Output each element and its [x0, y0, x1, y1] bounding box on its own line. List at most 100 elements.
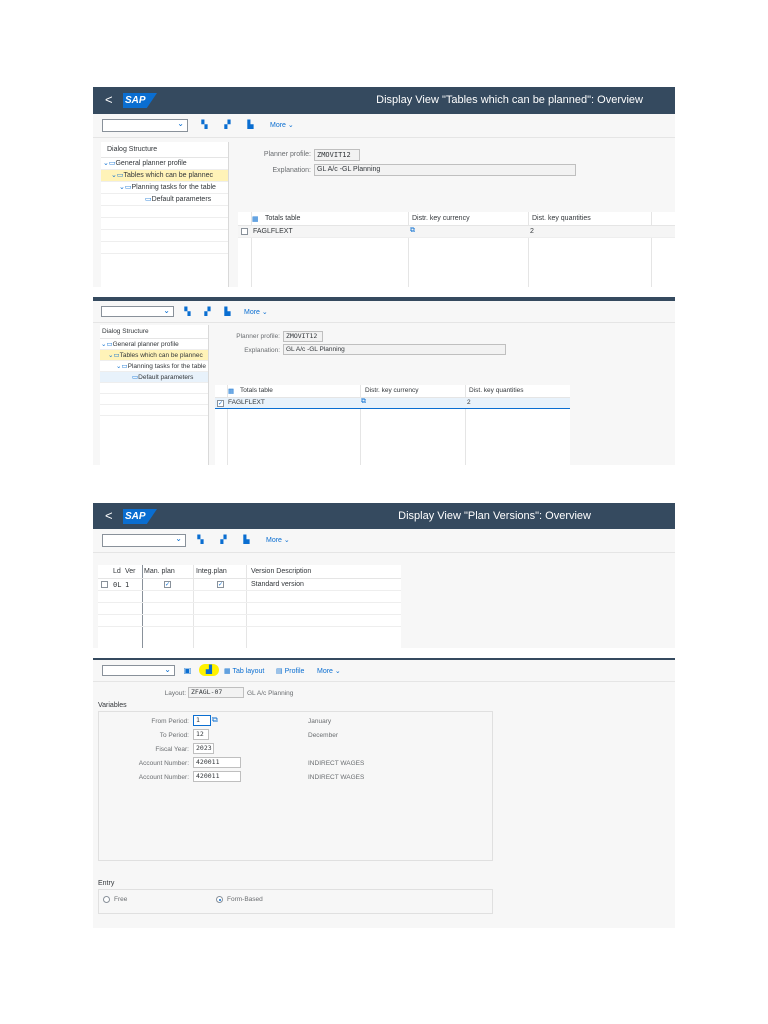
- chart-icon[interactable]: ▟: [199, 664, 219, 676]
- hierarchy-icon[interactable]: ▙: [246, 120, 255, 129]
- toolbar: ⌄ ▚ ▞ ▙ More ⌄: [93, 301, 675, 323]
- variant-select[interactable]: ⌄: [102, 119, 188, 132]
- more-menu[interactable]: More ⌄: [266, 536, 290, 544]
- chevron-down-icon: ⌄: [175, 534, 182, 543]
- tree-item-tasks[interactable]: ⌄▭Planning tasks for the table: [101, 182, 228, 194]
- tree-label: Tables which can be plannec: [119, 352, 203, 359]
- table-header: ▦ Totals table Distr. key currency Dist.…: [238, 212, 675, 226]
- expand-all-icon[interactable]: ▚: [196, 535, 205, 544]
- more-menu[interactable]: More ⌄: [270, 121, 294, 129]
- value-help-icon[interactable]: ⧉: [212, 715, 218, 725]
- profile-button[interactable]: ▤ Profile: [276, 667, 304, 675]
- col-man-plan[interactable]: Man. plan: [144, 568, 175, 575]
- table-row[interactable]: FAGLFLEXT ⧉ 2: [238, 226, 675, 238]
- row-select-checkbox[interactable]: ✓: [217, 400, 224, 407]
- hierarchy-icon[interactable]: ▙: [242, 535, 251, 544]
- folder-icon: ⌄▭: [119, 184, 132, 191]
- table-row-empty: [98, 591, 401, 603]
- explanation-field[interactable]: GL A/c -GL Planning: [314, 164, 576, 176]
- planner-profile-label: Planner profile:: [263, 151, 311, 158]
- variant-select[interactable]: ⌄: [101, 306, 174, 317]
- tree-item-defaults[interactable]: ▭Default parameters: [100, 372, 208, 383]
- expand-all-icon[interactable]: ▚: [183, 307, 192, 316]
- page-title: Display View "Tables which can be planne…: [376, 94, 643, 106]
- tree-item-general[interactable]: ⌄▭General planner profile: [101, 158, 228, 170]
- collapse-all-icon[interactable]: ▞: [219, 535, 228, 544]
- totals-table-grid: ▦ Totals table Distr. key currency Dist.…: [215, 385, 570, 465]
- image-icon[interactable]: ▣: [183, 666, 192, 675]
- shell-bar: < SAP Display View "Plan Versions": Over…: [93, 503, 675, 529]
- sap-logo: SAP: [123, 93, 157, 108]
- toolbar: ⌄ ▣ ▟ ▦ Tab layout ▤ Profile More ⌄: [93, 660, 675, 682]
- totals-table-grid: ▦ Totals table Distr. key currency Dist.…: [238, 212, 675, 287]
- variant-select[interactable]: ⌄: [102, 534, 186, 547]
- folder-icon: ⌄▭: [101, 341, 113, 348]
- folder-icon: ⌄▭: [108, 352, 120, 359]
- col-dist-quantities[interactable]: Dist. key quantities: [532, 215, 591, 222]
- cell-version-description: Standard version: [251, 581, 304, 588]
- hierarchy-icon[interactable]: ▙: [223, 307, 232, 316]
- account-number-field-2[interactable]: 420011: [193, 771, 241, 782]
- back-button[interactable]: <: [105, 508, 113, 523]
- tree-item-tasks[interactable]: ⌄▭Planning tasks for the table: [100, 361, 208, 372]
- row-select-checkbox[interactable]: [241, 228, 248, 235]
- cell-ld: 0L: [113, 581, 122, 589]
- folder-icon: ⌄▭: [103, 160, 116, 167]
- tree-label: Tables which can be plannec: [123, 172, 213, 179]
- toolbar: ⌄ ▚ ▞ ▙ More ⌄: [93, 529, 675, 553]
- radio-form-based[interactable]: [216, 896, 223, 903]
- variant-select[interactable]: ⌄: [102, 665, 175, 676]
- explanation-field[interactable]: GL A/c -GL Planning: [283, 344, 506, 355]
- tree-item-tables[interactable]: ⌄▭Tables which can be plannec: [101, 170, 228, 182]
- planner-profile-label: Planner profile:: [236, 333, 280, 340]
- col-totals-table[interactable]: Totals table: [265, 215, 300, 222]
- value-help-icon[interactable]: ⧉: [410, 227, 415, 235]
- table-row-empty: [98, 603, 401, 615]
- expand-all-icon[interactable]: ▚: [200, 120, 209, 129]
- more-label: More: [270, 122, 286, 129]
- col-ld[interactable]: Ld: [113, 568, 121, 575]
- tab-layout-button[interactable]: ▦ Tab layout: [224, 667, 264, 675]
- value-help-icon[interactable]: ⧉: [361, 398, 366, 406]
- tree-item-general[interactable]: ⌄▭General planner profile: [100, 339, 208, 350]
- tree-label: Planning tasks for the table: [131, 184, 216, 191]
- shell-bar: < SAP Display View "Tables which can be …: [93, 87, 675, 114]
- more-menu[interactable]: More ⌄: [317, 667, 341, 675]
- layout-field[interactable]: ZFAGL-07: [188, 687, 244, 698]
- planner-profile-field[interactable]: ZMOVIT12: [314, 149, 360, 161]
- row-select-checkbox[interactable]: [101, 581, 108, 588]
- more-label: More: [266, 537, 282, 544]
- back-button[interactable]: <: [105, 92, 113, 107]
- collapse-all-icon[interactable]: ▞: [223, 120, 232, 129]
- tree-empty: [100, 405, 208, 416]
- tree-item-tables[interactable]: ⌄▭Tables which can be plannec: [100, 350, 208, 361]
- fiscal-year-field[interactable]: 2023: [193, 743, 214, 754]
- planner-profile-field[interactable]: ZMOVIT12: [283, 331, 323, 342]
- col-ver[interactable]: Ver: [125, 568, 136, 575]
- account-number-description-2: INDIRECT WAGES: [308, 774, 365, 781]
- radio-form-based-label: Form-Based: [227, 896, 263, 903]
- table-row[interactable]: 0L 1 ✓ ✓ Standard version: [98, 579, 401, 591]
- col-distr-currency[interactable]: Distr. key currency: [412, 215, 470, 222]
- entry-box: [98, 889, 493, 914]
- col-integ-plan[interactable]: Integ.plan: [196, 568, 227, 575]
- tree-empty: [101, 218, 228, 230]
- radio-free[interactable]: [103, 896, 110, 903]
- tree-item-defaults[interactable]: ▭Default parameters: [101, 194, 228, 206]
- table-row[interactable]: ✓ FAGLFLEXT ⧉ 2: [215, 398, 570, 409]
- tree-empty: [101, 230, 228, 242]
- col-version-description[interactable]: Version Description: [251, 568, 311, 575]
- col-distr-currency[interactable]: Distr. key currency: [365, 387, 418, 394]
- to-period-field[interactable]: 12: [193, 729, 209, 740]
- col-totals-table[interactable]: Totals table: [240, 387, 273, 394]
- collapse-all-icon[interactable]: ▞: [203, 307, 212, 316]
- col-dist-quantities[interactable]: Dist. key quantities: [469, 387, 524, 394]
- more-menu[interactable]: More ⌄: [244, 308, 268, 316]
- from-period-field[interactable]: 1: [193, 715, 211, 726]
- man-plan-checkbox[interactable]: ✓: [164, 581, 171, 588]
- tree-label: Planning tasks for the table: [127, 363, 207, 370]
- chevron-down-icon: ⌄: [164, 665, 171, 674]
- account-number-field-1[interactable]: 420011: [193, 757, 241, 768]
- chevron-down-icon: ⌄: [163, 306, 170, 315]
- integ-plan-checkbox[interactable]: ✓: [217, 581, 224, 588]
